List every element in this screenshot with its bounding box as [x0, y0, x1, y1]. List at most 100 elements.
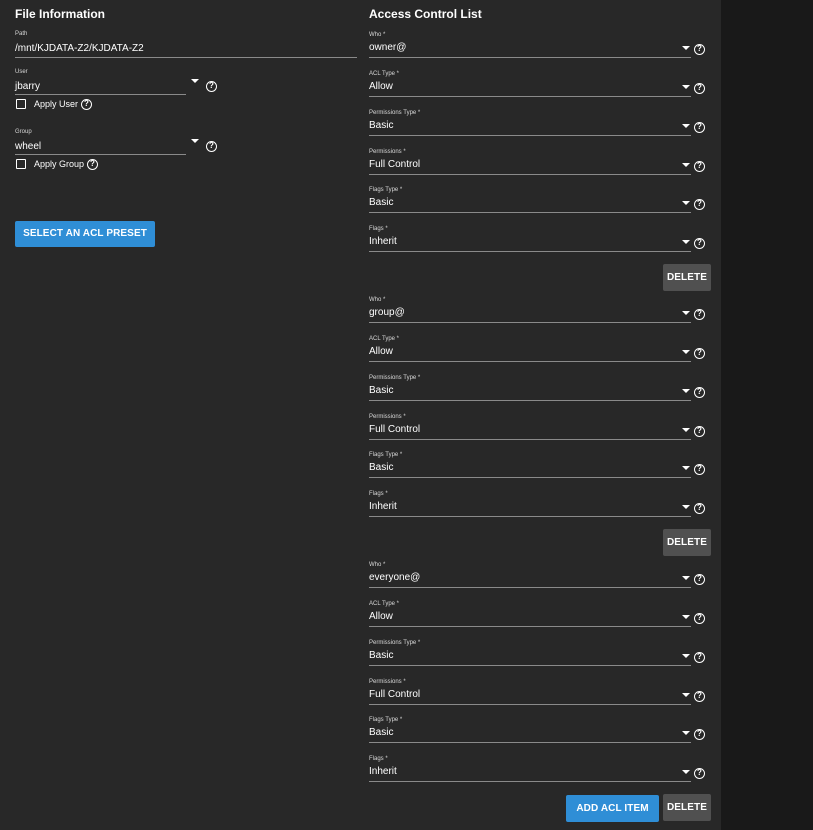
caret-down-icon[interactable]: [682, 615, 690, 619]
caret-down-icon[interactable]: [682, 466, 690, 470]
acl-flags-type-field[interactable]: Flags Type * Basic?: [369, 187, 709, 215]
acl-who-field[interactable]: Who * owner@?: [369, 32, 709, 60]
help-circle-icon[interactable]: ?: [694, 729, 705, 740]
help-circle-icon[interactable]: ?: [694, 348, 705, 359]
acl-permissions-value[interactable]: Full Control: [369, 689, 420, 700]
add-acl-item-button[interactable]: ADD ACL ITEM: [566, 795, 659, 822]
acl-permissions-type-value[interactable]: Basic: [369, 650, 393, 661]
acl-acl-type-field[interactable]: ACL Type * Allow?: [369, 71, 709, 99]
help-circle-icon[interactable]: ?: [694, 613, 705, 624]
caret-down-icon[interactable]: [682, 201, 690, 205]
help-circle-icon[interactable]: ?: [694, 309, 705, 320]
caret-down-icon[interactable]: [682, 505, 690, 509]
help-circle-icon[interactable]: ?: [694, 768, 705, 779]
acl-permissions-value[interactable]: Full Control: [369, 159, 420, 170]
path-field[interactable]: Path /mnt/KJDATA-Z2/KJDATA-Z2: [15, 31, 357, 59]
acl-permissions-field[interactable]: Permissions * Full Control?: [369, 149, 709, 177]
group-field[interactable]: Group wheel ?: [15, 129, 220, 157]
delete-acl-item-button[interactable]: DELETE: [663, 529, 711, 556]
caret-down-icon[interactable]: [191, 79, 199, 83]
acl-flags-value[interactable]: Inherit: [369, 236, 397, 247]
help-circle-icon[interactable]: ?: [694, 426, 705, 437]
acl-who-field[interactable]: Who * everyone@?: [369, 562, 709, 590]
caret-down-icon[interactable]: [682, 731, 690, 735]
acl-permissions-type-value[interactable]: Basic: [369, 120, 393, 131]
caret-down-icon[interactable]: [682, 240, 690, 244]
user-field[interactable]: User jbarry ?: [15, 69, 220, 97]
acl-flags-label: Flags *: [369, 756, 388, 762]
acl-permissions-field[interactable]: Permissions * Full Control?: [369, 414, 709, 442]
acl-permissions-type-value[interactable]: Basic: [369, 385, 393, 396]
help-circle-icon[interactable]: ?: [694, 122, 705, 133]
delete-acl-item-button[interactable]: DELETE: [663, 264, 711, 291]
acl-flags-value[interactable]: Inherit: [369, 501, 397, 512]
acl-flags-type-field[interactable]: Flags Type * Basic?: [369, 717, 709, 745]
acl-who-value[interactable]: group@: [369, 307, 405, 318]
help-circle-icon[interactable]: ?: [206, 81, 217, 92]
select-acl-preset-button[interactable]: SELECT AN ACL PRESET: [15, 221, 155, 247]
acl-who-field[interactable]: Who * group@?: [369, 297, 709, 325]
acl-flags-field[interactable]: Flags * Inherit?: [369, 226, 709, 254]
caret-down-icon[interactable]: [191, 139, 199, 143]
apply-group-checkbox[interactable]: Apply Group ?: [16, 159, 136, 171]
acl-permissions-type-underline: [369, 665, 691, 666]
acl-flags-value[interactable]: Inherit: [369, 766, 397, 777]
acl-who-value[interactable]: everyone@: [369, 572, 420, 583]
help-circle-icon[interactable]: ?: [694, 464, 705, 475]
acl-flags-type-value[interactable]: Basic: [369, 462, 393, 473]
caret-down-icon[interactable]: [682, 576, 690, 580]
apply-user-checkbox[interactable]: Apply User ?: [16, 99, 136, 111]
help-circle-icon[interactable]: ?: [694, 83, 705, 94]
acl-permissions-type-field[interactable]: Permissions Type * Basic?: [369, 640, 709, 668]
acl-flags-type-field[interactable]: Flags Type * Basic?: [369, 452, 709, 480]
help-circle-icon[interactable]: ?: [694, 44, 705, 55]
help-circle-icon[interactable]: ?: [694, 238, 705, 249]
acl-flags-field[interactable]: Flags * Inherit?: [369, 756, 709, 784]
help-circle-icon[interactable]: ?: [81, 99, 92, 110]
help-circle-icon[interactable]: ?: [694, 652, 705, 663]
acl-acl-type-value[interactable]: Allow: [369, 611, 393, 622]
acl-who-underline: [369, 587, 691, 588]
user-value[interactable]: jbarry: [15, 81, 40, 92]
path-value[interactable]: /mnt/KJDATA-Z2/KJDATA-Z2: [15, 43, 144, 54]
acl-flags-type-value[interactable]: Basic: [369, 197, 393, 208]
help-circle-icon[interactable]: ?: [694, 387, 705, 398]
help-circle-icon[interactable]: ?: [694, 691, 705, 702]
help-circle-icon[interactable]: ?: [694, 503, 705, 514]
caret-down-icon[interactable]: [682, 770, 690, 774]
checkbox-icon[interactable]: [16, 99, 26, 109]
help-circle-icon[interactable]: ?: [694, 161, 705, 172]
acl-permissions-type-field[interactable]: Permissions Type * Basic?: [369, 110, 709, 138]
checkbox-icon[interactable]: [16, 159, 26, 169]
acl-acl-type-field[interactable]: ACL Type * Allow?: [369, 336, 709, 364]
acl-acl-type-field[interactable]: ACL Type * Allow?: [369, 601, 709, 629]
help-circle-icon[interactable]: ?: [694, 574, 705, 585]
acl-who-value[interactable]: owner@: [369, 42, 406, 53]
acl-acl-type-underline: [369, 96, 691, 97]
caret-down-icon[interactable]: [682, 46, 690, 50]
caret-down-icon[interactable]: [682, 124, 690, 128]
caret-down-icon[interactable]: [682, 311, 690, 315]
acl-permissions-value[interactable]: Full Control: [369, 424, 420, 435]
acl-permissions-type-field[interactable]: Permissions Type * Basic?: [369, 375, 709, 403]
help-circle-icon[interactable]: ?: [694, 199, 705, 210]
acl-permissions-field[interactable]: Permissions * Full Control?: [369, 679, 709, 707]
group-value[interactable]: wheel: [15, 141, 41, 152]
caret-down-icon[interactable]: [682, 654, 690, 658]
acl-who-underline: [369, 57, 691, 58]
delete-acl-item-button[interactable]: DELETE: [663, 794, 711, 821]
caret-down-icon[interactable]: [682, 389, 690, 393]
acl-acl-type-value[interactable]: Allow: [369, 346, 393, 357]
caret-down-icon[interactable]: [682, 350, 690, 354]
acl-flags-type-label: Flags Type *: [369, 452, 403, 458]
caret-down-icon[interactable]: [682, 85, 690, 89]
acl-flags-type-value[interactable]: Basic: [369, 727, 393, 738]
acl-flags-underline: [369, 251, 691, 252]
caret-down-icon[interactable]: [682, 428, 690, 432]
help-circle-icon[interactable]: ?: [87, 159, 98, 170]
caret-down-icon[interactable]: [682, 163, 690, 167]
acl-acl-type-value[interactable]: Allow: [369, 81, 393, 92]
acl-flags-field[interactable]: Flags * Inherit?: [369, 491, 709, 519]
caret-down-icon[interactable]: [682, 693, 690, 697]
help-circle-icon[interactable]: ?: [206, 141, 217, 152]
